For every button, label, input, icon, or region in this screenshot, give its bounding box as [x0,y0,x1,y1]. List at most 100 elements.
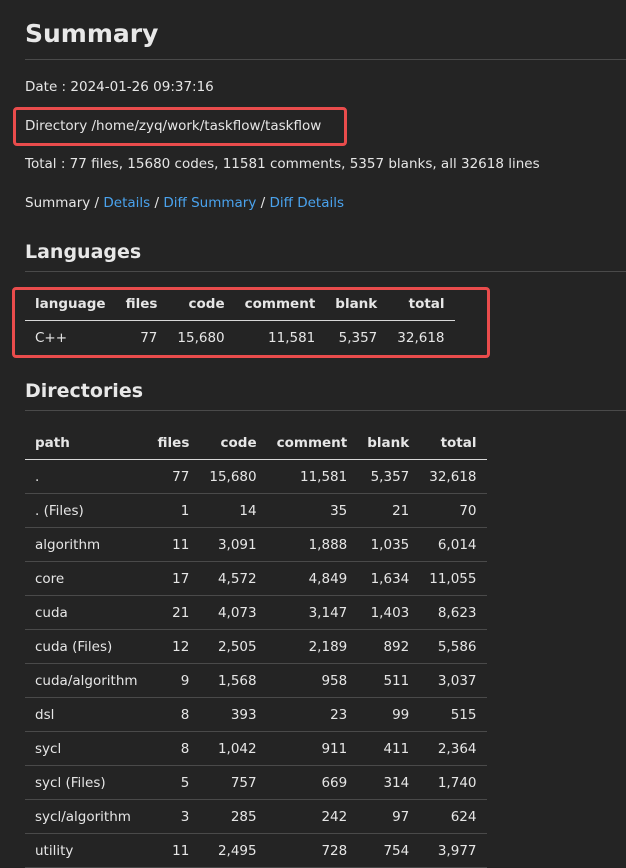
table-row: cuda/algorithm 9 1,568 958 511 3,037 [25,664,487,698]
table-row: core 17 4,572 4,849 1,634 11,055 [25,562,487,596]
comment-cell: 4,849 [308,570,348,587]
comment-cell: 911 [321,740,348,757]
files-cell: 12 [172,638,190,655]
blank-cell: 1,403 [370,604,410,621]
languages-divider [25,271,626,272]
path-cell: cuda [35,604,68,621]
table-header-row: path files code comment blank total [25,426,487,460]
files-cell: 9 [180,672,190,689]
column-header-blank[interactable]: blank [325,287,388,321]
path-cell: dsl [35,706,55,723]
files-cell: 17 [172,570,190,587]
column-header-files[interactable]: files [115,287,168,321]
table-row: . 77 15,680 11,581 5,357 32,618 [25,460,487,494]
table-row: sycl/algorithm 3 285 242 97 624 [25,800,487,834]
column-header-path[interactable]: path [25,426,148,460]
total-cell: 3,977 [437,842,477,859]
blank-cell: 1,634 [370,570,410,587]
details-link[interactable]: Details [103,195,150,211]
blank-cell: 99 [392,706,410,723]
path-cell: . (Files) [35,502,84,519]
files-cell: 11 [172,536,190,553]
code-cell: 1,042 [217,740,257,757]
files-cell: 3 [180,808,190,825]
date-line: Date : 2024-01-26 09:37:16 [25,79,214,95]
code-cell: 15,680 [209,468,257,485]
total-cell: 32,618 [429,468,477,485]
column-header-files[interactable]: files [147,426,200,460]
languages-table: language files code comment blank total … [25,287,455,354]
path-cell: cuda/algorithm [35,672,138,689]
table-row: C++ 77 15,680 11,581 5,357 32,618 [25,321,455,355]
table-row: dsl 8 393 23 99 515 [25,698,487,732]
path-cell: sycl/algorithm [35,808,131,825]
comment-cell: 11,581 [268,329,316,346]
breadcrumb-current: Summary [25,195,91,211]
blank-cell: 754 [383,842,410,859]
code-cell: 14 [239,502,257,519]
blank-cell: 511 [383,672,410,689]
path-cell: algorithm [35,536,101,553]
total-cell: 70 [459,502,477,519]
table-header-row: language files code comment blank total [25,287,455,321]
code-cell: 15,680 [177,329,225,346]
files-cell: 1 [180,502,190,519]
directories-heading: Directories [25,380,144,402]
column-header-language[interactable]: language [25,287,116,321]
breadcrumb-separator: / [256,195,270,211]
files-cell: 11 [172,842,190,859]
files-cell: 77 [172,468,190,485]
files-cell: 8 [180,706,190,723]
directories-table: path files code comment blank total . 77 1… [25,426,487,868]
total-cell: 6,014 [437,536,477,553]
diff-details-link[interactable]: Diff Details [269,195,344,211]
column-header-code[interactable]: code [167,287,235,321]
code-cell: 2,495 [217,842,257,859]
total-cell: 8,623 [437,604,477,621]
breadcrumb-separator: / [150,195,164,211]
table-row: sycl (Files) 5 757 669 314 1,740 [25,766,487,800]
total-cell: 5,586 [437,638,477,655]
comment-cell: 3,147 [308,604,348,621]
table-row: cuda 21 4,073 3,147 1,403 8,623 [25,596,487,630]
files-cell: 77 [140,329,158,346]
diff-summary-link[interactable]: Diff Summary [163,195,256,211]
total-cell: 11,055 [429,570,477,587]
table-row: . (Files) 1 14 35 21 70 [25,494,487,528]
column-header-comment[interactable]: comment [266,426,358,460]
total-cell: 1,740 [437,774,477,791]
page-title: Summary [25,19,159,48]
column-header-total[interactable]: total [387,287,455,321]
comment-cell: 1,888 [308,536,348,553]
path-cell: core [35,570,65,587]
breadcrumb-separator: / [90,195,104,211]
column-header-blank[interactable]: blank [357,426,420,460]
blank-cell: 21 [392,502,410,519]
directory-line: Directory /home/zyq/work/taskflow/taskfl… [25,118,322,134]
blank-cell: 97 [392,808,410,825]
comment-cell: 242 [321,808,348,825]
total-cell: 2,364 [437,740,477,757]
column-header-code[interactable]: code [199,426,267,460]
comment-cell: 958 [321,672,348,689]
breadcrumb: Summary / Details / Diff Summary / Diff … [25,193,344,213]
code-cell: 3,091 [217,536,257,553]
files-cell: 8 [180,740,190,757]
comment-cell: 728 [321,842,348,859]
path-cell: utility [35,842,74,859]
blank-cell: 5,357 [338,329,378,346]
table-row: sycl 8 1,042 911 411 2,364 [25,732,487,766]
code-cell: 4,073 [217,604,257,621]
blank-cell: 314 [383,774,410,791]
total-cell: 3,037 [437,672,477,689]
files-cell: 5 [180,774,190,791]
total-line: Total : 77 files, 15680 codes, 11581 com… [25,156,540,172]
column-header-comment[interactable]: comment [234,287,326,321]
column-header-total[interactable]: total [419,426,487,460]
code-cell: 1,568 [217,672,257,689]
report-page: Summary Date : 2024-01-26 09:37:16 Direc… [0,0,626,868]
blank-cell: 5,357 [370,468,410,485]
comment-cell: 2,189 [308,638,348,655]
table-row: cuda (Files) 12 2,505 2,189 892 5,586 [25,630,487,664]
path-cell: . [35,468,40,485]
